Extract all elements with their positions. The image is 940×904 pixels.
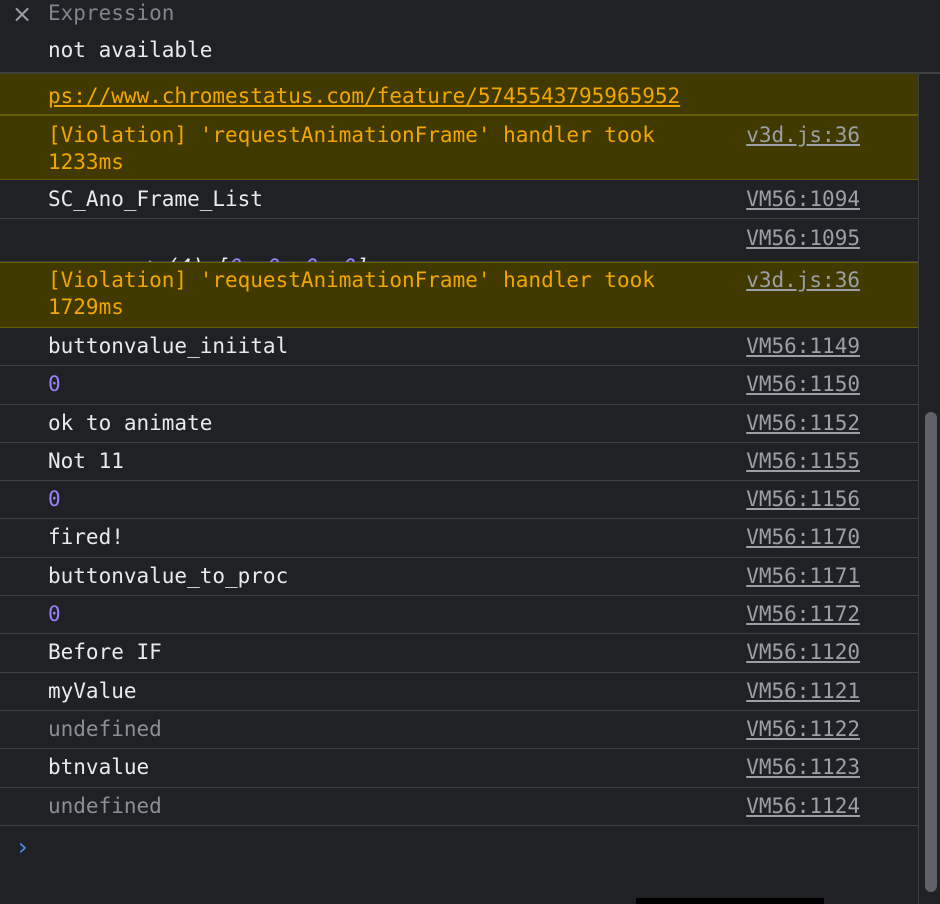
source-link[interactable]: VM56:1095 [746, 225, 860, 252]
close-icon[interactable]: × [12, 0, 34, 28]
live-expression: × Expression not available [0, 0, 940, 74]
source-link[interactable]: VM56:1121 [746, 678, 860, 705]
log-entries: buttonvalue_iniital VM56:1149 0 VM56:1150 ok… [0, 328, 918, 826]
violation-text-line1: [Violation] 'requestAnimationFrame' hand… [48, 123, 655, 147]
violation-text-line1: [Violation] 'requestAnimationFrame' hand… [48, 268, 655, 292]
violation-text-line2: 1729ms [48, 295, 124, 319]
source-link[interactable]: v3d.js:36 [746, 122, 860, 149]
scrollbar-thumb[interactable] [925, 412, 937, 892]
prompt-chevron-icon: › [18, 832, 28, 861]
source-link[interactable]: VM56:1152 [746, 410, 860, 437]
log-text: 0 [48, 372, 61, 397]
log-message: 0 VM56:1150 [0, 366, 918, 405]
scrollbar[interactable] [918, 74, 940, 904]
log-text: fired! [48, 525, 124, 550]
log-message: buttonvalue_to_proc VM56:1171 [0, 558, 918, 597]
source-link[interactable]: VM56:1172 [746, 601, 860, 628]
log-text: Before IF [48, 640, 162, 665]
source-link[interactable]: VM56:1156 [746, 486, 860, 513]
source-link[interactable]: VM56:1149 [746, 333, 860, 360]
log-message: undefined VM56:1124 [0, 788, 918, 826]
expression-value: not available [48, 38, 213, 62]
source-link[interactable]: VM56:1124 [746, 793, 860, 820]
log-text: buttonvalue_iniital [48, 334, 289, 358]
console-log: ps://www.chromestatus.com/feature/574554… [0, 74, 918, 904]
log-message: Before IF VM56:1120 [0, 634, 918, 673]
bottom-divider [636, 898, 824, 904]
source-link[interactable]: VM56:1171 [746, 563, 860, 590]
violation-message: [Violation] 'requestAnimationFrame' hand… [0, 115, 918, 180]
console-input[interactable] [48, 826, 908, 868]
console-prompt: › [0, 826, 918, 868]
log-message: 0 VM56:1156 [0, 481, 918, 520]
source-link[interactable]: VM56:1094 [746, 186, 860, 213]
log-message-array: (4) [0, 0, 0, 0] VM56:1095 [0, 219, 918, 279]
log-text: 0 [48, 602, 61, 627]
log-text: undefined [48, 793, 162, 818]
feature-link[interactable]: ps://www.chromestatus.com/feature/574554… [48, 83, 680, 110]
log-message: Not 11 VM56:1155 [0, 443, 918, 482]
log-message: SC_Ano_Frame_List VM56:1094 [0, 180, 918, 219]
log-message: undefined VM56:1122 [0, 711, 918, 750]
violation-text-line2: 1233ms [48, 150, 124, 174]
log-text: btnvalue [48, 755, 150, 780]
log-message: ok to animate VM56:1152 [0, 405, 918, 443]
expression-name[interactable]: Expression [48, 0, 174, 26]
log-message-partial: ps://www.chromestatus.com/feature/574554… [0, 74, 918, 115]
log-text: ok to animate [48, 410, 213, 435]
source-link[interactable]: VM56:1123 [746, 754, 860, 781]
log-text: buttonvalue_to_proc [48, 563, 289, 588]
source-link[interactable]: VM56:1120 [746, 639, 860, 666]
log-message: fired! VM56:1170 [0, 519, 918, 558]
source-link[interactable]: v3d.js:36 [746, 267, 860, 294]
log-text: 0 [48, 487, 61, 512]
log-message: buttonvalue_iniital VM56:1149 [0, 328, 918, 367]
log-text: SC_Ano_Frame_List [48, 187, 263, 211]
log-text: myValue [48, 678, 137, 703]
devtools-console: × Expression not available ps://www.chro… [0, 0, 940, 904]
log-text: undefined [48, 716, 162, 741]
log-text: Not 11 [48, 448, 124, 473]
log-message: 0 VM56:1172 [0, 596, 918, 635]
source-link[interactable]: VM56:1122 [746, 716, 860, 743]
source-link[interactable]: VM56:1170 [746, 524, 860, 551]
source-link[interactable]: VM56:1150 [746, 371, 860, 398]
violation-message: [Violation] 'requestAnimationFrame' hand… [0, 262, 918, 328]
log-message: myValue VM56:1121 [0, 673, 918, 711]
log-message: btnvalue VM56:1123 [0, 749, 918, 788]
source-link[interactable]: VM56:1155 [746, 448, 860, 475]
